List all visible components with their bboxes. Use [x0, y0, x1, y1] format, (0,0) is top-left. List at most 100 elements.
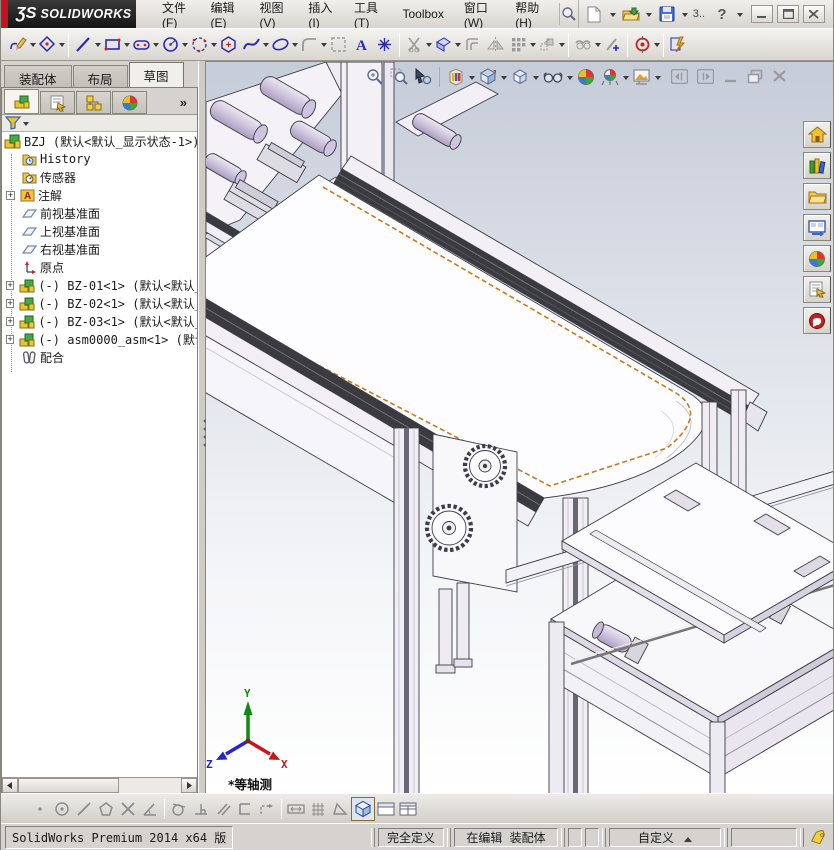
linear-pattern-icon[interactable] — [507, 33, 530, 57]
filter-funnel-icon[interactable] — [5, 116, 21, 130]
tree-item-history[interactable]: History — [2, 150, 197, 168]
resources-icon[interactable] — [803, 121, 831, 148]
tree-horizontal-scrollbar[interactable] — [2, 777, 197, 793]
tree-item-sensors[interactable]: 传感器 — [2, 168, 197, 186]
restore-icon[interactable] — [777, 5, 799, 23]
menu-toolbox[interactable]: Toolbox — [392, 3, 453, 25]
perpendicular-snap-icon[interactable] — [190, 798, 212, 820]
sketch-icon[interactable] — [7, 33, 30, 57]
open-dropdown-caret[interactable] — [646, 13, 652, 20]
straight-slot-icon[interactable] — [130, 33, 153, 57]
angle-snap-icon[interactable] — [139, 798, 161, 820]
parallel-snap-icon[interactable] — [212, 798, 234, 820]
panel-overflow-chevron[interactable]: » — [180, 95, 195, 114]
tree-item-asm0000[interactable]: + (-) asm0000_asm<1> (默认< — [2, 330, 197, 348]
center-snap-icon[interactable] — [51, 798, 73, 820]
view-palette-icon[interactable] — [803, 214, 831, 241]
smart-dimension-icon[interactable] — [36, 33, 59, 57]
display-style-icon[interactable] — [509, 65, 531, 89]
expand-toggle[interactable]: + — [6, 317, 14, 326]
expand-toggle[interactable]: + — [6, 335, 14, 344]
section-view-icon[interactable] — [445, 65, 467, 89]
orientation-caret[interactable] — [501, 76, 507, 83]
mirror-entities-icon[interactable] — [484, 33, 507, 57]
quick-snaps-icon[interactable] — [631, 33, 654, 57]
move-caret[interactable] — [559, 43, 565, 50]
angle2-snap-icon[interactable] — [329, 798, 351, 820]
rapid-sketch-icon[interactable] — [667, 33, 690, 57]
ellipse-icon[interactable] — [269, 33, 292, 57]
design-library-icon[interactable] — [803, 152, 831, 179]
view-orientation-icon[interactable] — [477, 65, 499, 89]
tree-item-mates[interactable]: 配合 — [2, 348, 197, 366]
text-icon[interactable]: A — [350, 33, 373, 57]
section-caret[interactable] — [469, 76, 475, 83]
edit-appearance-icon[interactable] — [575, 65, 597, 89]
toolbar-overflow[interactable]: 3.. — [691, 8, 707, 20]
apply-scene-icon[interactable] — [599, 65, 621, 89]
panel-splitter[interactable] — [198, 61, 206, 793]
scroll-left-icon[interactable] — [2, 778, 18, 793]
sprocket-gear[interactable] — [427, 506, 471, 550]
filter-caret[interactable] — [23, 122, 29, 129]
expand-toggle[interactable]: + — [6, 191, 15, 200]
tab-sketch[interactable]: 草图 — [129, 62, 184, 87]
display-style-caret[interactable] — [533, 76, 539, 83]
tree-item-bz01[interactable]: + (-) BZ-01<1> (默认<默认_显 — [2, 276, 197, 294]
scene-caret[interactable] — [623, 76, 629, 83]
display-relations-icon[interactable] — [572, 33, 595, 57]
doc-close-icon[interactable] — [772, 69, 787, 84]
scroll-thumb[interactable] — [18, 778, 119, 793]
save-dropdown-caret[interactable] — [682, 13, 688, 20]
spline-icon[interactable] — [240, 33, 263, 57]
forum-icon[interactable] — [803, 307, 831, 334]
assembly-model[interactable]: Y X Z *等轴测 — [206, 62, 833, 793]
polygon-icon[interactable] — [217, 33, 240, 57]
path-snap-icon[interactable] — [256, 798, 278, 820]
sketch-fillet-icon[interactable] — [298, 33, 321, 57]
line-snap-icon[interactable] — [73, 798, 95, 820]
offset-entities-icon[interactable] — [461, 33, 484, 57]
design-tree-tab[interactable] — [4, 89, 39, 114]
tab-layout[interactable]: 布局 — [73, 65, 128, 87]
graphics-viewport[interactable]: Y X Z *等轴测 — [206, 61, 833, 793]
tangent-snap-icon[interactable] — [168, 798, 190, 820]
intersection-snap-icon[interactable] — [117, 798, 139, 820]
custom-units-selector[interactable]: 自定义 — [609, 828, 721, 847]
tree-item-root[interactable]: BZJ (默认<默认_显示状态-1>) — [2, 132, 197, 150]
display-manager-tab[interactable] — [112, 91, 147, 114]
tree-item-right-plane[interactable]: 右视基准面 — [2, 240, 197, 258]
hide-show-caret[interactable] — [567, 76, 573, 83]
convert-entities-icon[interactable] — [432, 33, 455, 57]
corner-snap-icon[interactable] — [234, 798, 256, 820]
help-dropdown-caret[interactable] — [737, 13, 743, 20]
custom-properties-icon[interactable] — [803, 276, 831, 303]
doc-minimize-icon[interactable] — [723, 69, 738, 84]
help-button[interactable]: ? — [710, 3, 734, 25]
snaps-caret[interactable] — [654, 43, 660, 50]
tree-item-annotations[interactable]: + A 注解 — [2, 186, 197, 204]
zoom-to-area-icon[interactable] — [388, 65, 410, 89]
property-manager-tab[interactable] — [40, 91, 75, 114]
tree-item-bz03[interactable]: + (-) BZ-03<1> (默认<默认_显 — [2, 312, 197, 330]
sprocket-gear[interactable] — [465, 446, 505, 486]
length-snap-icon[interactable] — [285, 798, 307, 820]
new-dropdown-caret[interactable] — [610, 13, 616, 20]
appearances-icon[interactable] — [803, 245, 831, 272]
expand-toggle[interactable]: + — [6, 299, 14, 308]
hide-show-items-icon[interactable] — [541, 65, 565, 89]
zoom-to-fit-icon[interactable] — [364, 65, 386, 89]
scroll-track[interactable] — [18, 778, 181, 793]
sprocket-plate[interactable] — [427, 434, 517, 673]
tree-item-top-plane[interactable]: 上视基准面 — [2, 222, 197, 240]
tree-item-bz02[interactable]: + (-) BZ-02<1> (默认<默认_显 — [2, 294, 197, 312]
point-icon[interactable] — [373, 33, 396, 57]
collapse-pane-left-icon[interactable] — [671, 69, 688, 84]
repair-sketch-icon[interactable] — [601, 33, 624, 57]
four-view-icon[interactable] — [397, 798, 419, 820]
open-button[interactable] — [619, 3, 643, 25]
corner-rectangle-icon[interactable] — [101, 33, 124, 57]
scroll-right-icon[interactable] — [181, 778, 197, 793]
perimeter-circle-icon[interactable] — [188, 33, 211, 57]
collapse-pane-right-icon[interactable] — [697, 69, 714, 84]
